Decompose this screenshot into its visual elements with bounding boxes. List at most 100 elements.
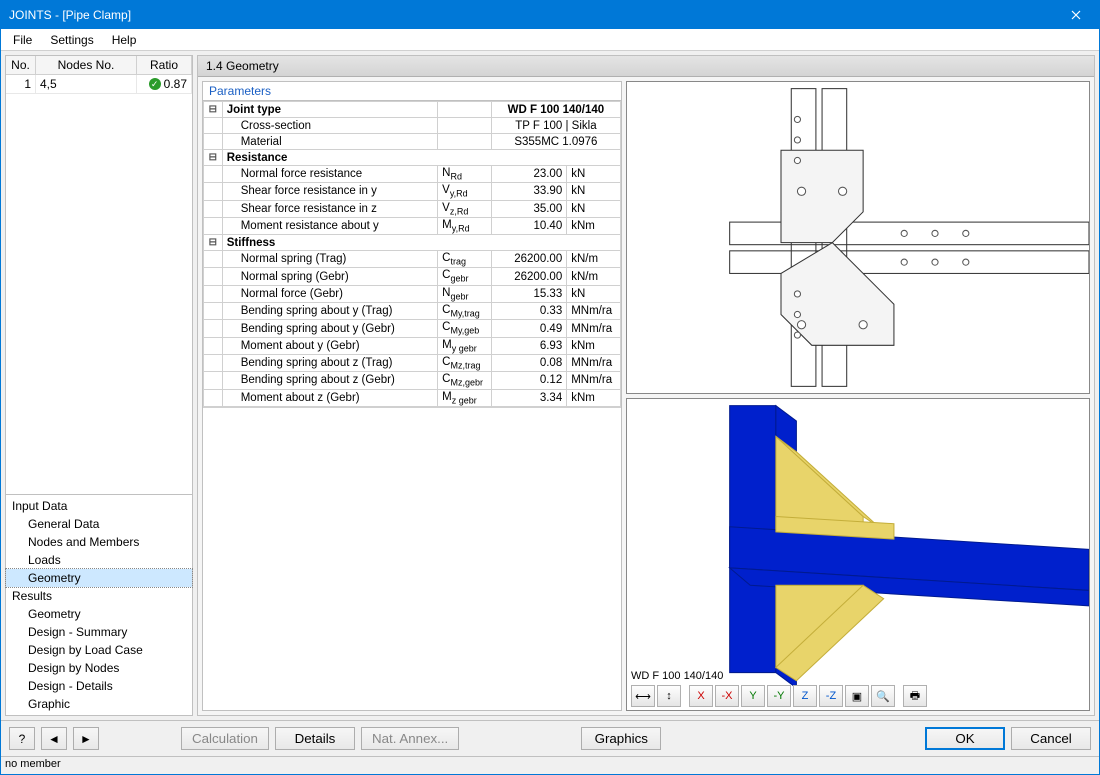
tree-res-nodes[interactable]: Design by Nodes [6, 659, 192, 677]
param-row[interactable]: Bending spring about z (Gebr)CMz,gebr0.1… [204, 372, 621, 389]
val-cross-section: TP F 100 | Sikla [491, 118, 620, 134]
parameters-title: Parameters [203, 82, 621, 101]
close-button[interactable] [1053, 1, 1099, 29]
tree-loads[interactable]: Loads [6, 551, 192, 569]
param-unit: kN [567, 285, 621, 302]
tree-res-details[interactable]: Design - Details [6, 677, 192, 695]
calculation-button[interactable]: Calculation [181, 727, 269, 750]
model-svg [627, 399, 1089, 710]
details-button[interactable]: Details [275, 727, 355, 750]
row-material: Material [222, 134, 437, 150]
param-unit: kN/m [567, 268, 621, 285]
view-neg-z-icon[interactable]: -Z [819, 685, 843, 707]
view-neg-y-icon[interactable]: -Y [767, 685, 791, 707]
window-title: JOINTS - [Pipe Clamp] [9, 8, 131, 22]
param-value: 33.90 [491, 183, 566, 200]
param-value: 0.08 [491, 354, 566, 371]
tree-res-graphic[interactable]: Graphic [6, 695, 192, 713]
menu-settings[interactable]: Settings [42, 31, 101, 49]
dim-b-icon[interactable]: ↕ [657, 685, 681, 707]
param-symbol: Ngebr [438, 285, 492, 302]
param-symbol: CMy,trag [438, 303, 492, 320]
param-symbol: CMz,gebr [438, 372, 492, 389]
group-stiffness: Stiffness [222, 235, 620, 251]
menu-help[interactable]: Help [104, 31, 145, 49]
view-neg-x-icon[interactable]: -X [715, 685, 739, 707]
param-row[interactable]: Moment about y (Gebr)My gebr6.93kNm [204, 337, 621, 354]
param-row[interactable]: Normal force resistanceNRd23.00kN [204, 166, 621, 183]
view-y-icon[interactable]: Y [741, 685, 765, 707]
param-label: Bending spring about y (Gebr) [222, 320, 437, 337]
param-value: 26200.00 [491, 268, 566, 285]
param-unit: kN [567, 200, 621, 217]
prev-button[interactable]: ◄ [41, 727, 67, 750]
param-value: 0.33 [491, 303, 566, 320]
expand-icon[interactable]: ⊟ [204, 235, 223, 251]
row-cross-section: Cross-section [222, 118, 437, 134]
col-no-header[interactable]: No. [6, 56, 36, 74]
param-value: 6.93 [491, 337, 566, 354]
param-row[interactable]: Bending spring about z (Trag)CMz,trag0.0… [204, 354, 621, 371]
joint-grid-header: No. Nodes No. Ratio [6, 56, 192, 75]
cancel-button[interactable]: Cancel [1011, 727, 1091, 750]
3d-model-view[interactable]: WD F 100 140/140 ⟷ ↕ X -X Y -Y Z -Z ▣ [626, 398, 1090, 711]
param-row[interactable]: Bending spring about y (Trag)CMy,trag0.3… [204, 303, 621, 320]
joint-type-value: WD F 100 140/140 [491, 102, 620, 118]
next-button[interactable]: ► [73, 727, 99, 750]
zoom-icon[interactable]: 🔍 [871, 685, 895, 707]
param-symbol: Vz,Rd [438, 200, 492, 217]
cell-nodes: 4,5 [36, 75, 137, 93]
nat-annex-button[interactable]: Nat. Annex... [361, 727, 459, 750]
drawing-svg [627, 82, 1089, 393]
param-unit: kN [567, 183, 621, 200]
2d-drawing-view[interactable] [626, 81, 1090, 394]
param-label: Normal spring (Trag) [222, 251, 437, 268]
param-unit: kNm [567, 217, 621, 234]
joint-row[interactable]: 1 4,5 ✓ 0.87 [6, 75, 192, 94]
view-z-icon[interactable]: Z [793, 685, 817, 707]
tree-res-loadcase[interactable]: Design by Load Case [6, 641, 192, 659]
param-symbol: CMz,trag [438, 354, 492, 371]
menubar: File Settings Help [1, 29, 1099, 51]
param-row[interactable]: Normal force (Gebr)Ngebr15.33kN [204, 285, 621, 302]
param-row[interactable]: Moment about z (Gebr)Mz gebr3.34kNm [204, 389, 621, 406]
tree-general-data[interactable]: General Data [6, 515, 192, 533]
param-row[interactable]: Shear force resistance in zVz,Rd35.00kN [204, 200, 621, 217]
tree-nodes-members[interactable]: Nodes and Members [6, 533, 192, 551]
parameters-panel: Parameters ⊟Joint typeWD F 100 140/140 C… [202, 81, 622, 711]
param-symbol: CMy,geb [438, 320, 492, 337]
param-row[interactable]: Moment resistance about yMy,Rd10.40kNm [204, 217, 621, 234]
ok-button[interactable]: OK [925, 727, 1005, 750]
view-x-icon[interactable]: X [689, 685, 713, 707]
print-icon[interactable]: 🖶 [903, 685, 927, 707]
graphics-button[interactable]: Graphics [581, 727, 661, 750]
param-symbol: My,Rd [438, 217, 492, 234]
param-label: Moment about y (Gebr) [222, 337, 437, 354]
tree-res-geometry[interactable]: Geometry [6, 605, 192, 623]
cell-no: 1 [6, 75, 36, 93]
param-row[interactable]: Bending spring about y (Gebr)CMy,geb0.49… [204, 320, 621, 337]
dim-a-icon[interactable]: ⟷ [631, 685, 655, 707]
param-symbol: Ctrag [438, 251, 492, 268]
col-ratio-header[interactable]: Ratio [137, 56, 192, 74]
param-symbol: My gebr [438, 337, 492, 354]
col-nodes-header[interactable]: Nodes No. [36, 56, 137, 74]
parameters-table: ⊟Joint typeWD F 100 140/140 Cross-sectio… [203, 101, 621, 407]
view-iso-icon[interactable]: ▣ [845, 685, 869, 707]
param-row[interactable]: Normal spring (Trag)Ctrag26200.00kN/m [204, 251, 621, 268]
param-row[interactable]: Shear force resistance in yVy,Rd33.90kN [204, 183, 621, 200]
tree-input-data[interactable]: Input Data [6, 497, 192, 515]
param-label: Moment resistance about y [222, 217, 437, 234]
param-label: Bending spring about y (Trag) [222, 303, 437, 320]
expand-icon[interactable]: ⊟ [204, 102, 223, 118]
param-row[interactable]: Normal spring (Gebr)Cgebr26200.00kN/m [204, 268, 621, 285]
expand-icon[interactable]: ⊟ [204, 150, 223, 166]
tree-results[interactable]: Results [6, 587, 192, 605]
model-label: WD F 100 140/140 [631, 670, 723, 682]
param-label: Bending spring about z (Trag) [222, 354, 437, 371]
menu-file[interactable]: File [5, 31, 40, 49]
param-symbol: Vy,Rd [438, 183, 492, 200]
tree-res-summary[interactable]: Design - Summary [6, 623, 192, 641]
tree-geometry[interactable]: Geometry [6, 569, 192, 587]
help-button[interactable]: ? [9, 727, 35, 750]
